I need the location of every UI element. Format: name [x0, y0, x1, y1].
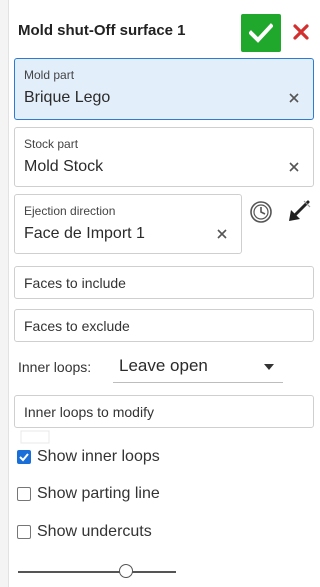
faded-panel-icon — [20, 430, 50, 444]
show-inner-loops-checkbox[interactable]: Show inner loops — [17, 446, 160, 468]
inner-loops-to-modify-field[interactable]: Inner loops to modify — [14, 395, 314, 428]
clear-ejection-icon[interactable] — [215, 227, 229, 241]
clock-icon[interactable] — [249, 200, 273, 224]
ejection-direction-value: Face de Import 1 — [24, 225, 145, 242]
slider-track[interactable] — [18, 571, 176, 573]
faces-to-exclude-field[interactable]: Faces to exclude — [14, 309, 314, 342]
show-inner-loops-label: Show inner loops — [37, 448, 160, 465]
checkmark-icon — [249, 23, 273, 43]
faces-to-exclude-label: Faces to exclude — [24, 317, 130, 334]
close-icon — [293, 24, 309, 40]
faces-to-include-field[interactable]: Faces to include — [14, 266, 314, 299]
stock-part-field[interactable]: Stock part Mold Stock — [14, 127, 314, 187]
ejection-direction-field[interactable]: Ejection direction Face de Import 1 — [14, 194, 242, 254]
checkbox-box[interactable] — [17, 487, 31, 501]
show-undercuts-checkbox[interactable]: Show undercuts — [17, 521, 152, 543]
feature-dialog: Mold shut-Off surface 1 Mold part Brique… — [0, 0, 319, 587]
checkbox-box[interactable] — [17, 450, 31, 464]
slider-thumb[interactable] — [118, 564, 133, 578]
inner-loops-selected: Leave open — [119, 356, 208, 375]
flip-direction-icon[interactable] — [286, 199, 312, 225]
cancel-button[interactable] — [290, 19, 312, 45]
ok-button[interactable] — [241, 14, 281, 52]
stock-part-value: Mold Stock — [24, 158, 104, 175]
ejection-direction-label: Ejection direction — [24, 204, 116, 218]
chevron-down-icon — [264, 364, 274, 370]
faces-to-include-label: Faces to include — [24, 274, 126, 291]
inner-loops-label: Inner loops: — [18, 359, 92, 375]
show-parting-line-label: Show parting line — [37, 485, 160, 502]
mold-part-label: Mold part — [24, 68, 75, 82]
show-undercuts-label: Show undercuts — [37, 523, 152, 540]
preview-slider[interactable] — [18, 564, 176, 580]
dialog-header: Mold shut-Off surface 1 — [8, 0, 319, 58]
show-parting-line-checkbox[interactable]: Show parting line — [17, 483, 160, 505]
clear-mold-part-icon[interactable] — [287, 91, 301, 105]
mold-part-field[interactable]: Mold part Brique Lego — [14, 58, 314, 120]
checkbox-box[interactable] — [17, 525, 31, 539]
dialog-title: Mold shut-Off surface 1 — [18, 22, 186, 39]
checkmark-icon — [19, 453, 29, 462]
stock-part-label: Stock part — [24, 137, 79, 151]
inner-loops-to-modify-label: Inner loops to modify — [24, 403, 154, 420]
mold-part-value: Brique Lego — [24, 89, 111, 106]
clear-stock-part-icon[interactable] — [287, 160, 301, 174]
inner-loops-dropdown[interactable]: Leave open — [113, 352, 283, 383]
panel-left-edge — [0, 0, 9, 587]
